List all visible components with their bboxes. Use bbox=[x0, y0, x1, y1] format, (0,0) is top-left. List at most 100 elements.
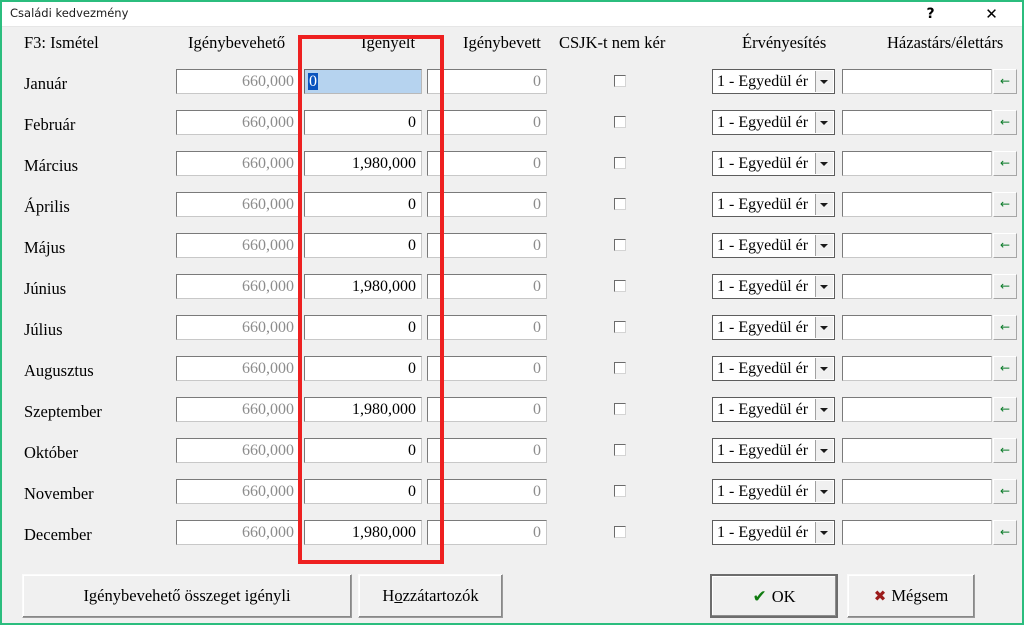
validation-dropdown[interactable]: 1 - Egyedül ér bbox=[712, 233, 835, 258]
spouse-name-field[interactable] bbox=[842, 356, 992, 381]
chevron-down-icon[interactable] bbox=[815, 194, 833, 215]
spouse-name-field[interactable] bbox=[842, 274, 992, 299]
validation-dropdown[interactable]: 1 - Egyedül ér bbox=[712, 397, 835, 422]
used-amount-field[interactable]: 0 bbox=[427, 315, 547, 340]
no-csjk-checkbox[interactable] bbox=[614, 444, 626, 456]
no-csjk-checkbox[interactable] bbox=[614, 362, 626, 374]
claimed-amount-field[interactable]: 0 bbox=[304, 315, 422, 340]
used-amount-field[interactable]: 0 bbox=[427, 274, 547, 299]
chevron-down-icon[interactable] bbox=[815, 522, 833, 543]
left-arrow-icon[interactable]: ← bbox=[993, 438, 1017, 463]
left-arrow-icon[interactable]: ← bbox=[993, 274, 1017, 299]
left-arrow-icon[interactable]: ← bbox=[993, 233, 1017, 258]
claimed-amount-field[interactable]: 0 bbox=[304, 479, 422, 504]
used-amount-field[interactable]: 0 bbox=[427, 192, 547, 217]
claimed-amount-field[interactable]: 0 bbox=[304, 438, 422, 463]
claimed-amount-field[interactable]: 0 bbox=[304, 356, 422, 381]
validation-dropdown[interactable]: 1 - Egyedül ér bbox=[712, 315, 835, 340]
chevron-down-icon[interactable] bbox=[815, 317, 833, 338]
spouse-name-field[interactable] bbox=[842, 110, 992, 135]
claimed-amount-field[interactable]: 0 bbox=[304, 110, 422, 135]
chevron-down-icon[interactable] bbox=[815, 399, 833, 420]
claimed-amount-field[interactable]: 1,980,000 bbox=[304, 274, 422, 299]
validation-dropdown[interactable]: 1 - Egyedül ér bbox=[712, 356, 835, 381]
used-amount-field[interactable]: 0 bbox=[427, 233, 547, 258]
available-amount-field[interactable]: 660,000 bbox=[176, 438, 300, 463]
help-icon[interactable]: ? bbox=[908, 2, 953, 26]
no-csjk-checkbox[interactable] bbox=[614, 321, 626, 333]
chevron-down-icon[interactable] bbox=[815, 481, 833, 502]
used-amount-field[interactable]: 0 bbox=[427, 479, 547, 504]
available-amount-field[interactable]: 660,000 bbox=[176, 520, 300, 545]
cancel-button[interactable]: ✖ Mégsem bbox=[847, 574, 975, 618]
available-amount-field[interactable]: 660,000 bbox=[176, 151, 300, 176]
left-arrow-icon[interactable]: ← bbox=[993, 151, 1017, 176]
validation-dropdown[interactable]: 1 - Egyedül ér bbox=[712, 274, 835, 299]
available-amount-field[interactable]: 660,000 bbox=[176, 479, 300, 504]
used-amount-field[interactable]: 0 bbox=[427, 520, 547, 545]
validation-dropdown[interactable]: 1 - Egyedül ér bbox=[712, 151, 835, 176]
available-amount-field[interactable]: 660,000 bbox=[176, 233, 300, 258]
left-arrow-icon[interactable]: ← bbox=[993, 192, 1017, 217]
no-csjk-checkbox[interactable] bbox=[614, 403, 626, 415]
claimed-amount-field[interactable]: 1,980,000 bbox=[304, 520, 422, 545]
used-amount-field[interactable]: 0 bbox=[427, 356, 547, 381]
used-amount-field[interactable]: 0 bbox=[427, 69, 547, 94]
ok-button[interactable]: ✔ OK bbox=[710, 574, 838, 618]
spouse-name-field[interactable] bbox=[842, 315, 992, 340]
claimed-amount-field[interactable]: 1,980,000 bbox=[304, 151, 422, 176]
used-amount-field[interactable]: 0 bbox=[427, 438, 547, 463]
left-arrow-icon[interactable]: ← bbox=[993, 69, 1017, 94]
left-arrow-icon[interactable]: ← bbox=[993, 315, 1017, 340]
available-amount-field[interactable]: 660,000 bbox=[176, 397, 300, 422]
chevron-down-icon[interactable] bbox=[815, 235, 833, 256]
used-amount-field[interactable]: 0 bbox=[427, 151, 547, 176]
left-arrow-icon[interactable]: ← bbox=[993, 356, 1017, 381]
available-amount-field[interactable]: 660,000 bbox=[176, 192, 300, 217]
no-csjk-checkbox[interactable] bbox=[614, 485, 626, 497]
validation-dropdown[interactable]: 1 - Egyedül ér bbox=[712, 520, 835, 545]
chevron-down-icon[interactable] bbox=[815, 358, 833, 379]
no-csjk-checkbox[interactable] bbox=[614, 157, 626, 169]
no-csjk-checkbox[interactable] bbox=[614, 526, 626, 538]
claimed-amount-field[interactable]: 0 bbox=[304, 192, 422, 217]
left-arrow-icon[interactable]: ← bbox=[993, 110, 1017, 135]
validation-dropdown[interactable]: 1 - Egyedül ér bbox=[712, 192, 835, 217]
chevron-down-icon[interactable] bbox=[815, 112, 833, 133]
left-arrow-icon[interactable]: ← bbox=[993, 520, 1017, 545]
available-amount-field[interactable]: 660,000 bbox=[176, 356, 300, 381]
no-csjk-checkbox[interactable] bbox=[614, 75, 626, 87]
no-csjk-checkbox[interactable] bbox=[614, 280, 626, 292]
validation-dropdown[interactable]: 1 - Egyedül ér bbox=[712, 479, 835, 504]
validation-dropdown[interactable]: 1 - Egyedül ér bbox=[712, 110, 835, 135]
spouse-name-field[interactable] bbox=[842, 438, 992, 463]
claimed-amount-field[interactable]: 1,980,000 bbox=[304, 397, 422, 422]
no-csjk-checkbox[interactable] bbox=[614, 198, 626, 210]
spouse-name-field[interactable] bbox=[842, 192, 992, 217]
used-amount-field[interactable]: 0 bbox=[427, 110, 547, 135]
chevron-down-icon[interactable] bbox=[815, 153, 833, 174]
claim-available-amount-button[interactable]: Igénybevehető összeget igényli bbox=[22, 574, 352, 618]
left-arrow-icon[interactable]: ← bbox=[993, 397, 1017, 422]
spouse-name-field[interactable] bbox=[842, 520, 992, 545]
spouse-name-field[interactable] bbox=[842, 151, 992, 176]
left-arrow-icon[interactable]: ← bbox=[993, 479, 1017, 504]
spouse-name-field[interactable] bbox=[842, 69, 992, 94]
available-amount-field[interactable]: 660,000 bbox=[176, 69, 300, 94]
chevron-down-icon[interactable] bbox=[815, 276, 833, 297]
relatives-button[interactable]: Hozzátartozók bbox=[358, 574, 503, 618]
spouse-name-field[interactable] bbox=[842, 479, 992, 504]
no-csjk-checkbox[interactable] bbox=[614, 239, 626, 251]
spouse-name-field[interactable] bbox=[842, 233, 992, 258]
no-csjk-checkbox[interactable] bbox=[614, 116, 626, 128]
claimed-amount-field[interactable]: 0 bbox=[304, 69, 422, 94]
available-amount-field[interactable]: 660,000 bbox=[176, 110, 300, 135]
chevron-down-icon[interactable] bbox=[815, 440, 833, 461]
available-amount-field[interactable]: 660,000 bbox=[176, 274, 300, 299]
spouse-name-field[interactable] bbox=[842, 397, 992, 422]
validation-dropdown[interactable]: 1 - Egyedül ér bbox=[712, 438, 835, 463]
claimed-amount-field[interactable]: 0 bbox=[304, 233, 422, 258]
validation-dropdown[interactable]: 1 - Egyedül ér bbox=[712, 69, 835, 94]
available-amount-field[interactable]: 660,000 bbox=[176, 315, 300, 340]
close-icon[interactable]: ✕ bbox=[969, 2, 1014, 26]
